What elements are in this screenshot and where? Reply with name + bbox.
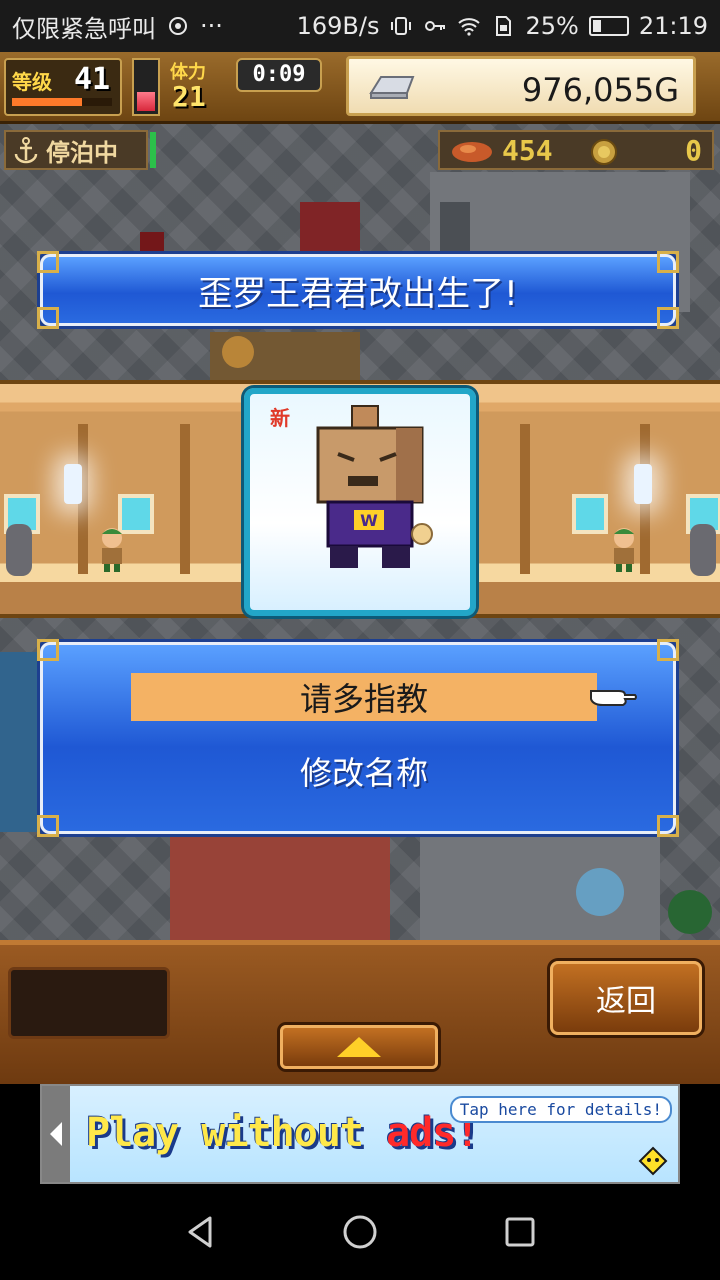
new-tag: 新 <box>270 406 290 430</box>
net-speed: 169B/s <box>296 12 380 40</box>
menu-option-greet[interactable]: 请多指教 <box>131 673 597 721</box>
ad-banner[interactable]: Play without ads! Tap here for details! <box>40 1084 680 1184</box>
target-icon <box>169 17 187 35</box>
android-nav-bar <box>0 1184 720 1280</box>
pointing-hand-icon <box>590 690 637 706</box>
ad-headline: Play without ads! <box>86 1110 479 1156</box>
level-value: 41 <box>74 62 111 97</box>
stamina-gauge <box>132 58 160 116</box>
nav-home-button[interactable] <box>336 1208 384 1256</box>
ad-details-bubble[interactable]: Tap here for details! <box>449 1096 672 1123</box>
lamp-icon <box>634 464 652 504</box>
wifi-icon <box>458 18 481 36</box>
ad-collapse-tab[interactable] <box>42 1086 70 1182</box>
ad-headline-part1: Play without <box>86 1110 387 1156</box>
nav-back-button[interactable] <box>176 1208 224 1256</box>
paper-bag-king-sprite: W <box>316 405 433 568</box>
villager-sprite <box>614 528 634 572</box>
battery-percent: 25% <box>525 12 579 40</box>
money-value: 976,055G <box>521 71 679 109</box>
level-box: 等级 41 <box>4 58 122 116</box>
medal-value: 0 <box>685 134 702 167</box>
vibrate-icon <box>391 17 412 35</box>
clock: 21:19 <box>638 12 708 40</box>
stamina-value: 21 <box>172 80 206 113</box>
svg-text:W: W <box>360 511 378 530</box>
new-character-card: 新 W <box>244 388 476 616</box>
game-viewport[interactable]: 等级 41 体力 21 0:09 976,055G 停泊中 454 0 歪罗王君… <box>0 52 720 1084</box>
nav-recents-button[interactable] <box>496 1208 544 1256</box>
corner-ornament <box>657 639 679 661</box>
up-arrow-icon <box>337 1037 381 1057</box>
expand-up-button[interactable] <box>280 1025 438 1069</box>
status-bar: 仅限紧急呼叫 ··· 169B/s 25% 21:19 <box>0 0 720 52</box>
barrel-icon <box>690 524 716 576</box>
cabin-window <box>572 494 608 534</box>
resource-bar: 454 0 <box>438 130 714 170</box>
money-display: 976,055G <box>346 56 696 116</box>
recents-square-icon <box>505 1217 535 1247</box>
announcement-panel: 歪罗王君君改出生了! <box>37 251 679 329</box>
level-progress-bar <box>12 98 112 106</box>
dock-status-badge: 停泊中 <box>4 130 148 170</box>
home-circle-icon <box>343 1215 377 1249</box>
villager-sprite <box>102 528 122 572</box>
food-icon <box>452 142 492 162</box>
back-triangle-icon <box>188 1216 212 1248</box>
medal-icon <box>591 139 617 165</box>
silver-ingot-icon <box>369 76 415 99</box>
barrel-icon <box>6 524 32 576</box>
wood-beam <box>180 424 190 574</box>
top-hud: 等级 41 体力 21 0:09 976,055G <box>0 52 720 124</box>
back-button[interactable]: 返回 <box>550 961 702 1035</box>
dock-status-text: 停泊中 <box>46 138 118 167</box>
choice-menu-panel: 请多指教 修改名称 <box>37 639 679 837</box>
corner-ornament <box>37 815 59 837</box>
anchor-icon <box>14 137 38 164</box>
diamond-mascot-icon <box>638 1146 668 1176</box>
corner-ornament <box>37 639 59 661</box>
key-icon <box>425 21 446 31</box>
wood-beam <box>520 424 530 574</box>
bottom-control-bar: 返回 <box>0 940 720 1084</box>
sim-icon <box>496 16 512 36</box>
dock-indicator <box>150 132 156 168</box>
level-label: 等级 <box>12 70 52 94</box>
carrier-text: 仅限紧急呼叫 <box>12 14 156 43</box>
announcement-text: 歪罗王君君改出生了! <box>198 273 518 314</box>
battery-icon <box>588 16 629 36</box>
corner-ornament <box>657 815 679 837</box>
stamina-timer: 0:09 <box>236 58 322 92</box>
more-dots-icon: ··· <box>200 12 223 40</box>
food-value: 454 <box>502 134 553 167</box>
lamp-icon <box>64 464 82 504</box>
empty-slot <box>8 967 170 1039</box>
left-arrow-icon <box>50 1122 62 1146</box>
menu-option-rename[interactable]: 修改名称 <box>131 747 597 795</box>
